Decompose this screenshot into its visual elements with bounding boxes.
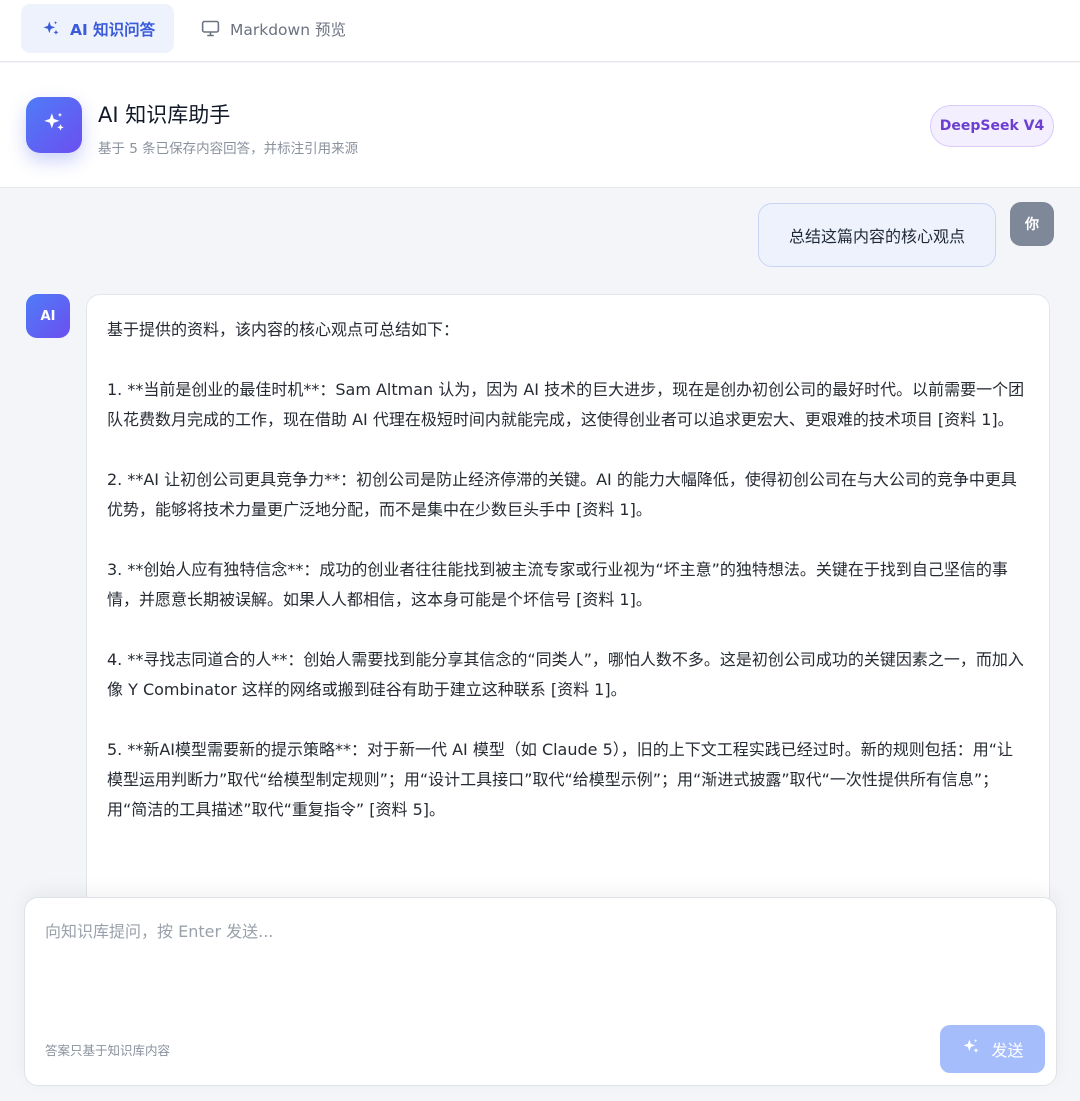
tab-label: Markdown 预览 [230, 20, 346, 39]
user-message: 总结这篇内容的核心观点 [758, 203, 996, 267]
question-composer: 答案只基于知识库内容 发送 [24, 897, 1057, 1086]
question-input[interactable] [25, 898, 1056, 1018]
page-subtitle: 基于 5 条已保存内容回答，并标注引用来源 [98, 141, 359, 157]
send-label: 发送 [991, 1041, 1024, 1060]
model-badge[interactable]: DeepSeek V4 [930, 105, 1054, 147]
assistant-logo [26, 97, 82, 153]
assistant-header: AI 知识库助手 基于 5 条已保存内容回答，并标注引用来源 DeepSeek … [0, 63, 1080, 188]
sparkle-icon [41, 19, 61, 39]
tab-label: AI 知识问答 [70, 20, 156, 39]
tab-markdown-preview[interactable]: Markdown 预览 [180, 4, 364, 53]
sparkle-icon [41, 110, 67, 140]
assistant-message: 基于提供的资料，该内容的核心观点可总结如下： 1. **当前是创业的最佳时机**… [86, 294, 1050, 934]
monitor-icon [200, 18, 221, 39]
top-tab-bar: AI 知识问答 Markdown 预览 [0, 0, 1080, 62]
ai-avatar: AI [26, 294, 70, 338]
sparkle-icon [961, 1037, 981, 1061]
assistant-message-text: 基于提供的资料，该内容的核心观点可总结如下： 1. **当前是创业的最佳时机**… [107, 320, 1025, 819]
page-title: AI 知识库助手 [98, 103, 231, 127]
send-button[interactable]: 发送 [940, 1025, 1045, 1073]
tab-ai-qa[interactable]: AI 知识问答 [21, 4, 174, 53]
composer-hint: 答案只基于知识库内容 [45, 1043, 171, 1058]
user-avatar: 你 [1010, 202, 1054, 246]
